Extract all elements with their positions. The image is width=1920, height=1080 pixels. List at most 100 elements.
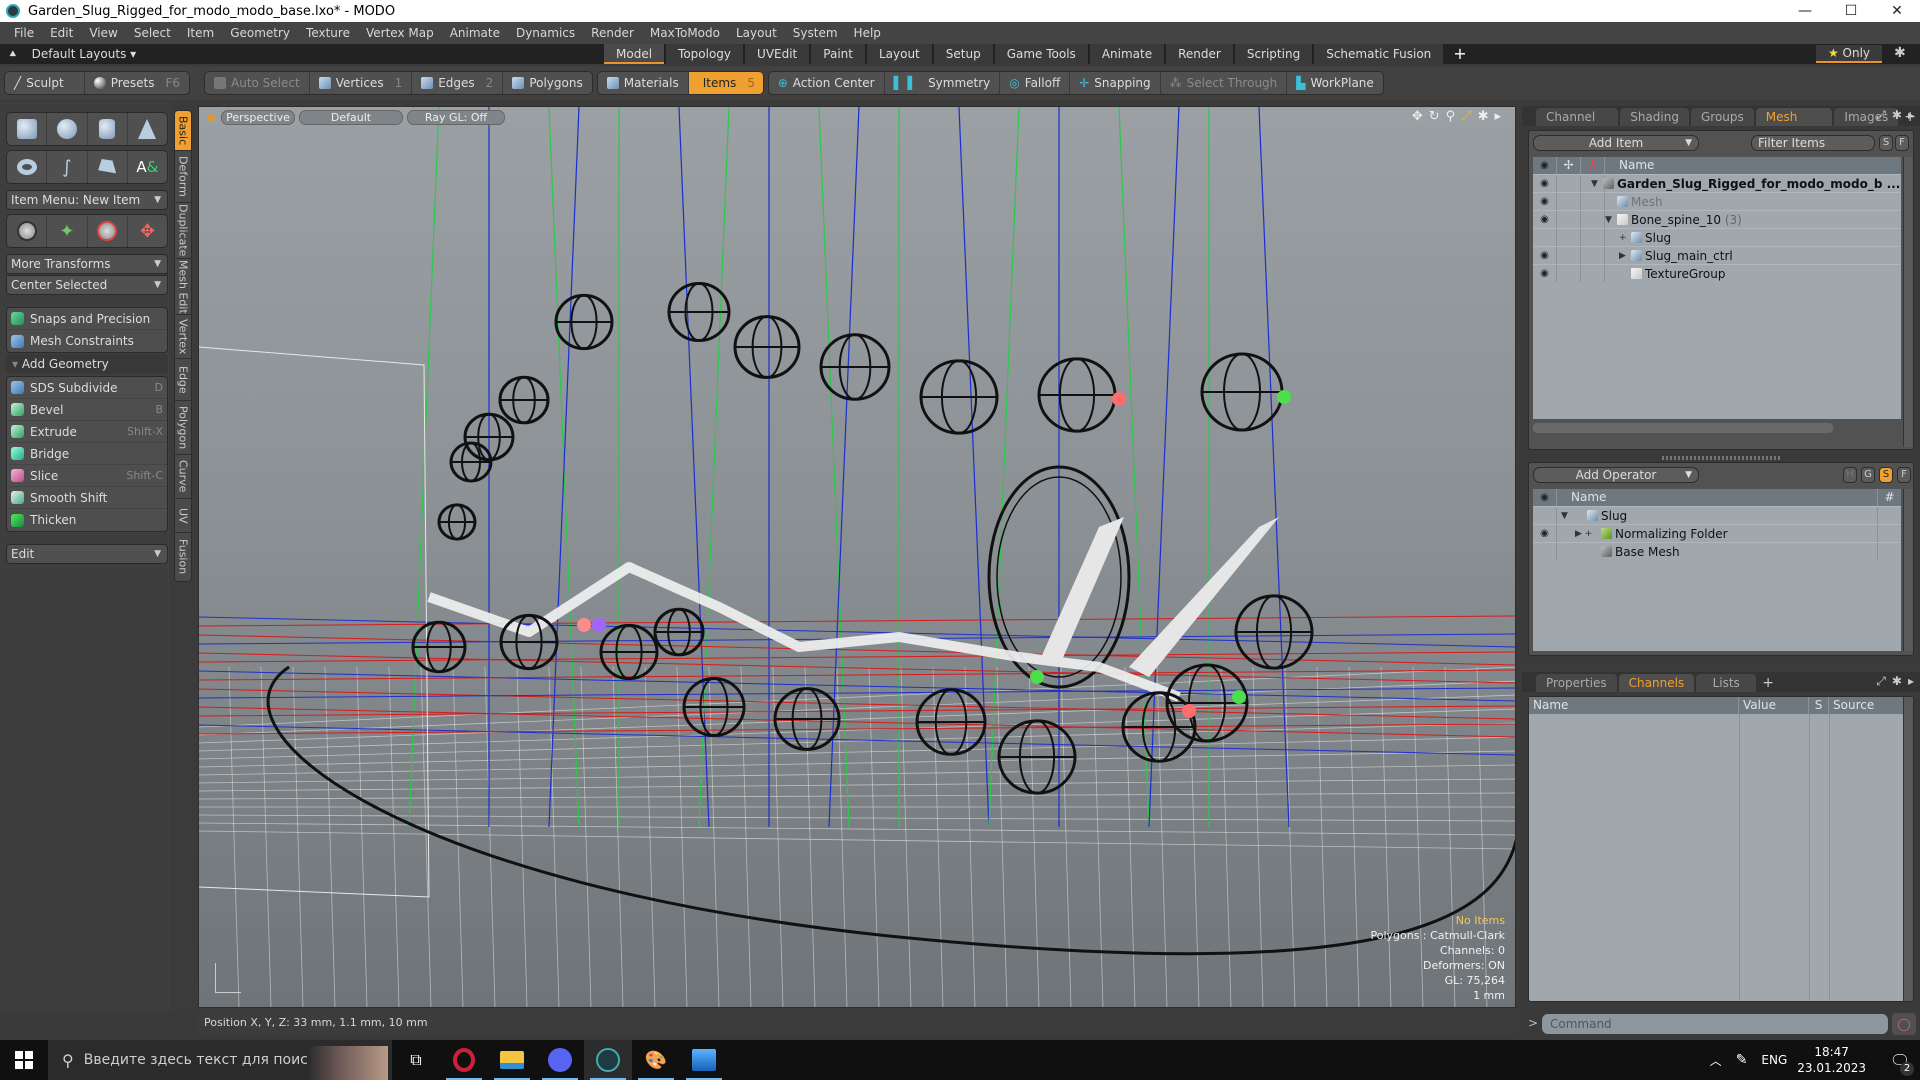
visibility-eye-icon[interactable]: ◉ xyxy=(1533,211,1557,228)
item-tree-hscrollbar[interactable] xyxy=(1533,423,1833,433)
pan-icon[interactable]: ✥ xyxy=(1412,109,1423,124)
falloff-button[interactable]: ◎ Falloff xyxy=(1000,72,1071,94)
item-menu-dropdown[interactable]: Item Menu: New Item ▼ xyxy=(6,190,168,210)
maximize-button[interactable]: ☐ xyxy=(1828,0,1874,22)
tab-channel[interactable]: Channel ... xyxy=(1536,108,1619,142)
f-button[interactable]: F xyxy=(1897,467,1911,483)
notifications-button[interactable]: 🗨 2 xyxy=(1880,1051,1920,1076)
expand-toggle-icon[interactable]: ▶ + xyxy=(1575,525,1592,543)
g-button[interactable]: G xyxy=(1861,467,1875,483)
viewport-expand-arrow-icon[interactable]: ▸ xyxy=(1494,109,1501,124)
start-button[interactable] xyxy=(0,1040,48,1080)
select-through-button[interactable]: ⁂ Select Through xyxy=(1161,72,1288,94)
bevel-button[interactable]: Bevel B xyxy=(7,399,167,421)
smooth-shift-button[interactable]: Smooth Shift xyxy=(7,487,167,509)
discord-icon[interactable] xyxy=(536,1040,584,1080)
menu-vertex-map[interactable]: Vertex Map xyxy=(358,26,442,40)
layout-tab-render[interactable]: Render xyxy=(1166,44,1233,64)
meshop-tree-row[interactable]: ▼ Slug xyxy=(1533,506,1901,524)
expand-toggle-icon[interactable]: ▼ xyxy=(1591,175,1598,193)
clock[interactable]: 18:47 23.01.2023 xyxy=(1797,1044,1866,1076)
h-button[interactable]: H xyxy=(1843,467,1857,483)
s-button[interactable]: S xyxy=(1879,467,1893,483)
item-tree-row[interactable]: ◉ ▼ Garden_Slug_Rigged_for_modo_modo_b ... xyxy=(1533,174,1901,192)
visibility-eye-icon[interactable] xyxy=(1533,229,1557,246)
menu-select[interactable]: Select xyxy=(126,26,179,40)
filter-s-button[interactable]: S xyxy=(1879,135,1893,151)
snaps-precision-button[interactable]: Snaps and Precision xyxy=(7,308,167,330)
bridge-button[interactable]: Bridge xyxy=(7,443,167,465)
vtab-fusion[interactable]: Fusion xyxy=(175,533,191,581)
materials-button[interactable]: Materials xyxy=(598,72,689,94)
menu-system[interactable]: System xyxy=(785,26,846,40)
expand-toggle-icon[interactable]: ▶ xyxy=(1619,247,1626,265)
scale-icon[interactable] xyxy=(88,215,128,247)
expand-panel-icon[interactable]: ⤢ xyxy=(1876,108,1886,123)
workplane-button[interactable]: ▙ WorkPlane xyxy=(1287,72,1383,94)
sculpt-button[interactable]: ╱ Sculpt xyxy=(5,72,85,94)
maximize-viewport-icon[interactable]: ⤢ xyxy=(1461,109,1471,124)
visibility-eye-icon[interactable]: ◉ xyxy=(1533,525,1557,542)
language-indicator[interactable]: ENG xyxy=(1761,1053,1787,1067)
lock-cell[interactable] xyxy=(1557,193,1581,210)
transform-icon[interactable]: ✥ xyxy=(128,215,167,247)
layout-tab-topology[interactable]: Topology xyxy=(666,44,744,64)
filter-f-button[interactable]: F xyxy=(1895,135,1909,151)
cone-icon[interactable] xyxy=(128,113,167,145)
torus-icon[interactable] xyxy=(7,151,48,183)
paint-icon[interactable]: 🎨 xyxy=(632,1040,680,1080)
modo-icon[interactable] xyxy=(584,1040,632,1080)
menu-edit[interactable]: Edit xyxy=(42,26,81,40)
view-type-dropdown[interactable]: Perspective xyxy=(221,110,295,125)
action-center-button[interactable]: ⊕ Action Center xyxy=(769,72,885,94)
visibility-eye-icon[interactable]: ◉ xyxy=(1533,175,1557,192)
menu-animate[interactable]: Animate xyxy=(442,26,508,40)
layout-tab-game-tools[interactable]: Game Tools xyxy=(994,44,1088,64)
axis-cell[interactable] xyxy=(1581,229,1605,246)
thicken-button[interactable]: Thicken xyxy=(7,509,167,531)
tab-groups[interactable]: Groups xyxy=(1690,108,1754,126)
layout-tab-animate[interactable]: Animate xyxy=(1089,44,1165,64)
visibility-eye-icon[interactable] xyxy=(1533,543,1557,560)
expand-toggle-icon[interactable]: ▼ xyxy=(1561,507,1568,525)
pen-polygon-icon[interactable] xyxy=(88,151,128,183)
menu-item[interactable]: Item xyxy=(179,26,222,40)
snapping-button[interactable]: ✛ Snapping xyxy=(1070,72,1161,94)
item-tree-row[interactable]: + Slug xyxy=(1533,228,1901,246)
record-button[interactable]: ◯ xyxy=(1892,1013,1916,1035)
panel-arrow-icon[interactable]: ▸ xyxy=(1908,674,1914,689)
menu-maxtomodo[interactable]: MaxToModo xyxy=(642,26,728,40)
vtab-curve[interactable]: Curve xyxy=(175,455,191,499)
channels-scrollbar[interactable] xyxy=(1903,697,1913,1001)
tab-channels[interactable]: Channels xyxy=(1618,674,1695,692)
default-layouts-dropdown[interactable]: Default Layouts ▾ xyxy=(32,47,137,61)
meshop-tree-row[interactable]: Base Mesh xyxy=(1533,542,1901,560)
only-button[interactable]: ★ Only xyxy=(1816,45,1882,63)
items-button[interactable]: Items 5 xyxy=(688,72,763,94)
visibility-eye-icon[interactable]: ◉ xyxy=(1533,193,1557,210)
menu-geometry[interactable]: Geometry xyxy=(222,26,298,40)
visibility-eye-icon[interactable]: ◉ xyxy=(1533,265,1557,282)
sphere-icon[interactable] xyxy=(47,113,88,145)
panel-arrow-icon[interactable]: ▸ xyxy=(1908,108,1914,123)
command-input[interactable]: Command xyxy=(1542,1014,1888,1034)
vtab-uv[interactable]: UV xyxy=(175,499,191,533)
layout-tab-uvedit[interactable]: UVEdit xyxy=(745,44,810,64)
item-tree-row[interactable]: ◉ ▶ Slug_main_ctrl xyxy=(1533,246,1901,264)
text-icon[interactable]: A& xyxy=(128,151,167,183)
close-button[interactable]: ✕ xyxy=(1874,0,1920,22)
item-tree-row[interactable]: ◉ ▼ Bone_spine_10 (3) xyxy=(1533,210,1901,228)
cylinder-icon[interactable] xyxy=(88,113,128,145)
expand-panel-icon[interactable]: ⤢ xyxy=(1876,674,1886,689)
lock-cell[interactable] xyxy=(1557,175,1581,192)
edges-button[interactable]: Edges 2 xyxy=(412,72,504,94)
shading-dropdown[interactable]: Default xyxy=(299,110,403,125)
item-tree-scrollbar[interactable] xyxy=(1903,157,1913,447)
tab-properties[interactable]: Properties xyxy=(1536,674,1617,692)
menu-help[interactable]: Help xyxy=(846,26,889,40)
expand-toggle-icon[interactable]: ▼ xyxy=(1605,211,1612,229)
axis-cell[interactable] xyxy=(1581,193,1605,210)
axis-cell[interactable] xyxy=(1581,211,1605,228)
menu-layout[interactable]: Layout xyxy=(728,26,785,40)
lock-cell[interactable] xyxy=(1557,247,1581,264)
